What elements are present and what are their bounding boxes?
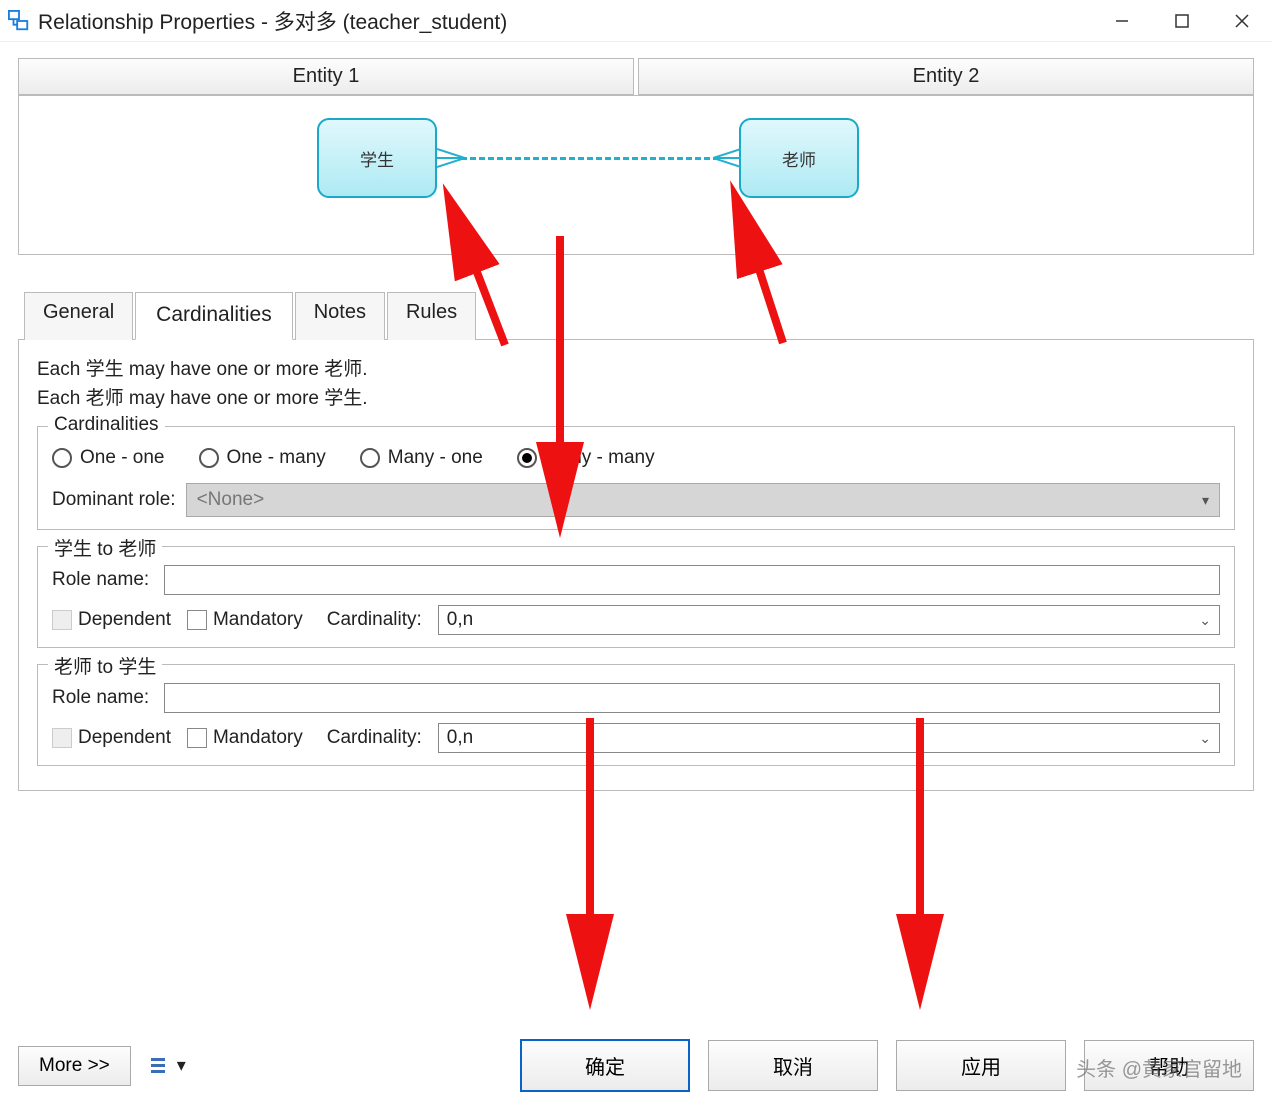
role-b-legend: 老师 to 学生 bbox=[48, 652, 162, 679]
radio-one-one[interactable]: One - one bbox=[52, 447, 165, 469]
chevron-down-icon: ▾ bbox=[1202, 492, 1209, 509]
role-a-legend: 学生 to 老师 bbox=[48, 534, 162, 561]
radio-label: One - many bbox=[227, 447, 326, 469]
diagram-pane: 学生 老师 bbox=[18, 95, 1254, 255]
role-name-label: Role name: bbox=[52, 687, 156, 709]
cardinality-value: 0,n bbox=[447, 609, 473, 631]
menu-dropdown-icon[interactable]: ▾ bbox=[149, 1055, 186, 1077]
radio-label: One - one bbox=[80, 447, 165, 469]
checkbox-label: Mandatory bbox=[213, 609, 303, 631]
role-a-cardinality-select[interactable]: 0,n ⌄ bbox=[438, 605, 1220, 635]
description-line-1: Each 学生 may have one or more 老师. bbox=[37, 354, 1235, 381]
role-a-dependent-checkbox: Dependent bbox=[52, 609, 171, 631]
chevron-down-icon: ⌄ bbox=[1199, 612, 1211, 629]
help-button[interactable]: 帮助 bbox=[1084, 1040, 1254, 1091]
radio-many-many[interactable]: Many - many bbox=[517, 447, 655, 469]
ok-button[interactable]: 确定 bbox=[520, 1039, 690, 1092]
cardinality-label: Cardinality: bbox=[327, 727, 422, 749]
cancel-button[interactable]: 取消 bbox=[708, 1040, 878, 1091]
checkbox-label: Dependent bbox=[78, 727, 171, 749]
role-a-mandatory-checkbox[interactable]: Mandatory bbox=[187, 609, 303, 631]
relationship-line bbox=[461, 157, 719, 160]
crowfoot-icon bbox=[713, 146, 741, 170]
checkbox-label: Dependent bbox=[78, 609, 171, 631]
cardinality-label: Cardinality: bbox=[327, 609, 422, 631]
dominant-role-select[interactable]: <None> ▾ bbox=[186, 483, 1220, 517]
relationship-icon bbox=[8, 10, 30, 32]
close-button[interactable] bbox=[1212, 0, 1272, 42]
dominant-role-label: Dominant role: bbox=[52, 489, 176, 511]
tab-rules[interactable]: Rules bbox=[387, 292, 476, 340]
maximize-button[interactable] bbox=[1152, 0, 1212, 42]
tab-notes[interactable]: Notes bbox=[295, 292, 385, 340]
role-name-label: Role name: bbox=[52, 569, 156, 591]
entity2-header[interactable]: Entity 2 bbox=[638, 58, 1254, 95]
tab-cardinalities[interactable]: Cardinalities bbox=[135, 292, 293, 340]
cardinalities-legend: Cardinalities bbox=[48, 414, 165, 436]
chevron-down-icon: ▾ bbox=[177, 1055, 186, 1076]
role-a-fieldset: 学生 to 老师 Role name: Dependent Mandatory … bbox=[37, 546, 1235, 648]
tabs: General Cardinalities Notes Rules Each 学… bbox=[18, 291, 1254, 791]
role-b-fieldset: 老师 to 学生 Role name: Dependent Mandatory … bbox=[37, 664, 1235, 766]
cardinalities-fieldset: Cardinalities One - one One - many Many … bbox=[37, 426, 1235, 530]
more-button[interactable]: More >> bbox=[18, 1046, 131, 1086]
entity-box-student[interactable]: 学生 bbox=[317, 118, 437, 198]
tab-general[interactable]: General bbox=[24, 292, 133, 340]
description-line-2: Each 老师 may have one or more 学生. bbox=[37, 383, 1235, 410]
entity-box-teacher[interactable]: 老师 bbox=[739, 118, 859, 198]
cardinality-value: 0,n bbox=[447, 727, 473, 749]
role-b-cardinality-select[interactable]: 0,n ⌄ bbox=[438, 723, 1220, 753]
titlebar: Relationship Properties - 多对多 (teacher_s… bbox=[0, 0, 1272, 42]
radio-label: Many - one bbox=[388, 447, 483, 469]
window-title: Relationship Properties - 多对多 (teacher_s… bbox=[38, 6, 1092, 36]
radio-one-many[interactable]: One - many bbox=[199, 447, 326, 469]
chevron-down-icon: ⌄ bbox=[1199, 730, 1211, 747]
entity1-header[interactable]: Entity 1 bbox=[18, 58, 634, 95]
radio-label: Many - many bbox=[545, 447, 655, 469]
tab-body: Each 学生 may have one or more 老师. Each 老师… bbox=[18, 340, 1254, 791]
role-b-dependent-checkbox: Dependent bbox=[52, 727, 171, 749]
crowfoot-icon bbox=[437, 146, 465, 170]
minimize-button[interactable] bbox=[1092, 0, 1152, 42]
role-a-name-input[interactable] bbox=[164, 565, 1220, 595]
checkbox-label: Mandatory bbox=[213, 727, 303, 749]
role-b-mandatory-checkbox[interactable]: Mandatory bbox=[187, 727, 303, 749]
role-b-name-input[interactable] bbox=[164, 683, 1220, 713]
dominant-role-value: <None> bbox=[197, 489, 265, 511]
radio-many-one[interactable]: Many - one bbox=[360, 447, 483, 469]
apply-button[interactable]: 应用 bbox=[896, 1040, 1066, 1091]
entity-headers: Entity 1 Entity 2 bbox=[18, 58, 1254, 95]
dialog-footer: More >> ▾ 确定 取消 应用 帮助 bbox=[18, 1039, 1254, 1092]
